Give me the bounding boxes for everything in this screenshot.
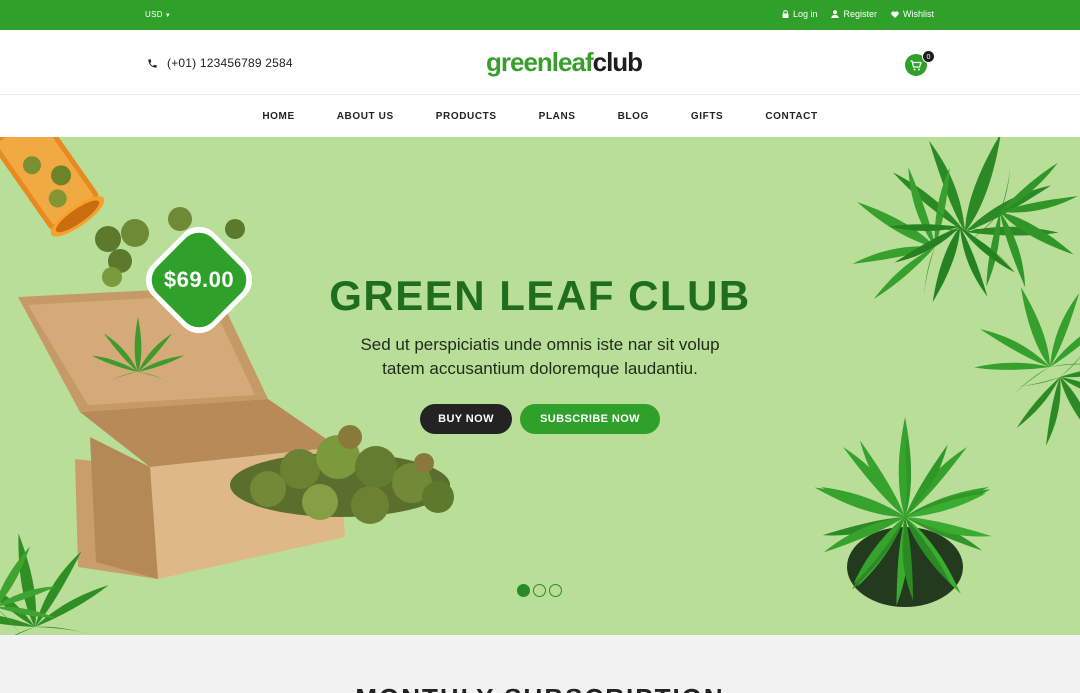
account-links: Log in Register Wishlist	[782, 9, 934, 19]
hero-slider: $69.00 GREEN LEAF CLUB Sed ut perspiciat…	[0, 137, 1080, 635]
site-header: (+01) 123456789 2584 greenleafclub 0	[0, 30, 1080, 95]
main-nav: HOME ABOUT US PRODUCTS PLANS BLOG GIFTS …	[0, 96, 1080, 137]
buy-now-button[interactable]: BUY NOW	[420, 404, 512, 434]
top-bar: USD ▼ Log in Register Wishlist	[0, 0, 1080, 30]
phone-icon	[148, 58, 157, 68]
nav-item-about-us[interactable]: ABOUT US	[316, 111, 415, 122]
user-icon	[831, 10, 840, 18]
nav-item-products[interactable]: PRODUCTS	[415, 111, 518, 122]
hero-illustration	[0, 137, 1080, 635]
wishlist-label: Wishlist	[903, 9, 934, 19]
login-link[interactable]: Log in	[782, 9, 818, 19]
hero-subtitle: Sed ut perspiciatis unde omnis iste nar …	[300, 333, 780, 381]
phone-number: (+01) 123456789 2584	[167, 56, 293, 70]
chevron-down-icon: ▼	[164, 13, 172, 19]
slide-dot-1[interactable]	[517, 584, 530, 597]
register-link[interactable]: Register	[831, 9, 877, 19]
nav-item-blog[interactable]: BLOG	[597, 111, 670, 122]
nav-item-gifts[interactable]: GIFTS	[670, 111, 744, 122]
currency-selector[interactable]: USD ▼	[145, 10, 171, 19]
nav-item-home[interactable]: HOME	[241, 111, 315, 122]
section-title: MONTHLY SUBSCRIPTION	[0, 683, 1080, 693]
phone-contact[interactable]: (+01) 123456789 2584	[147, 56, 293, 70]
heart-icon	[891, 10, 899, 18]
register-label: Register	[843, 9, 877, 19]
cart-icon	[910, 59, 922, 70]
potted-plant-image	[789, 411, 1026, 635]
subscription-section: MONTHLY SUBSCRIPTION	[0, 635, 1080, 693]
currency-label: USD	[145, 10, 163, 19]
nav-item-contact[interactable]: CONTACT	[744, 111, 838, 122]
lock-icon	[782, 10, 789, 18]
hero-title: GREEN LEAF CLUB	[329, 272, 751, 319]
nav-item-plans[interactable]: PLANS	[518, 111, 597, 122]
site-logo[interactable]: greenleafclub	[486, 47, 643, 77]
hero-subtitle-line-1: Sed ut perspiciatis unde omnis iste nar …	[360, 335, 720, 354]
wishlist-link[interactable]: Wishlist	[891, 9, 934, 19]
login-label: Log in	[792, 9, 818, 19]
slider-pagination	[517, 584, 562, 597]
logo-text-dark: club	[592, 47, 643, 77]
pill-bottle-image	[0, 137, 105, 237]
hero-subtitle-line-2: tatem accusantium doloremque laudantiu.	[382, 359, 698, 378]
slide-dot-2[interactable]	[533, 584, 546, 597]
cart-count-badge: 0	[922, 50, 935, 63]
subscribe-now-button[interactable]: SUBSCRIBE NOW	[520, 404, 660, 434]
slide-dot-3[interactable]	[549, 584, 562, 597]
logo-text-green: greenleaf	[486, 47, 594, 77]
